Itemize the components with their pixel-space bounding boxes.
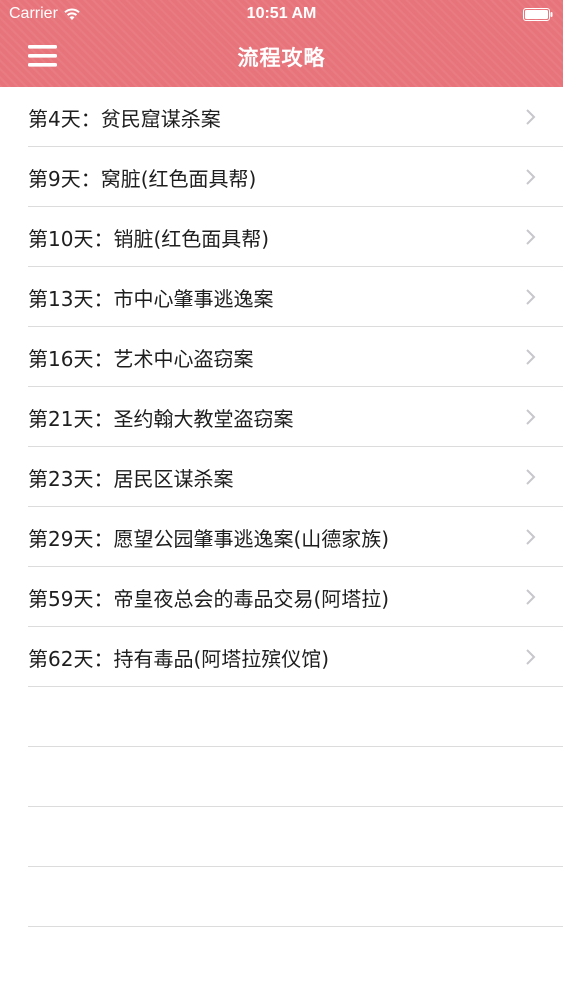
navigation-bar: 流程攻略 [0,30,563,87]
list-item-label: 第62天：持有毒品(阿塔拉殡仪馆) [28,647,330,671]
status-time: 10:51 AM [246,5,317,22]
empty-row [28,807,563,867]
chevron-right-icon [525,408,537,426]
empty-row [28,687,563,747]
list-item-day59[interactable]: 第59天：帝皇夜总会的毒品交易(阿塔拉) [28,567,563,627]
list-item-day10[interactable]: 第10天：销脏(红色面具帮) [28,207,563,267]
list-item-label: 第13天：市中心肇事逃逸案 [28,287,274,311]
list-item-day13[interactable]: 第13天：市中心肇事逃逸案 [28,267,563,327]
app-header: Carrier 10:51 AM 流程攻略 [0,0,563,87]
chevron-right-icon [525,348,537,366]
chevron-right-icon [525,588,537,606]
list-item-label: 第10天：销脏(红色面具帮) [28,227,270,251]
chevron-right-icon [525,288,537,306]
list-item-label: 第9天：窝脏(红色面具帮) [28,167,257,191]
strategy-list: 第4天：贫民窟谋杀案 第9天：窝脏(红色面具帮) 第10天：销脏(红色面具帮) … [0,87,563,927]
page-title: 流程攻略 [237,46,326,70]
chevron-right-icon [525,228,537,246]
list-item-label: 第4天：贫民窟谋杀案 [28,107,221,131]
list-item-day62[interactable]: 第62天：持有毒品(阿塔拉殡仪馆) [28,627,563,687]
chevron-right-icon [525,648,537,666]
list-item-label: 第23天：居民区谋杀案 [28,467,234,491]
list-item-day21[interactable]: 第21天：圣约翰大教堂盗窃案 [28,387,563,447]
chevron-right-icon [525,168,537,186]
empty-row [28,747,563,807]
list-item-label: 第29天：愿望公园肇事逃逸案(山德家族) [28,527,390,551]
chevron-right-icon [525,108,537,126]
list-item-label: 第21天：圣约翰大教堂盗窃案 [28,407,294,431]
list-item-day4[interactable]: 第4天：贫民窟谋杀案 [28,87,563,147]
status-bar: Carrier 10:51 AM [0,0,563,30]
list-item-day29[interactable]: 第29天：愿望公园肇事逃逸案(山德家族) [28,507,563,567]
list-item-day23[interactable]: 第23天：居民区谋杀案 [28,447,563,507]
list-item-day9[interactable]: 第9天：窝脏(红色面具帮) [28,147,563,207]
chevron-right-icon [525,468,537,486]
list-item-label: 第59天：帝皇夜总会的毒品交易(阿塔拉) [28,587,390,611]
list-item-day16[interactable]: 第16天：艺术中心盗窃案 [28,327,563,387]
list-item-label: 第16天：艺术中心盗窃案 [28,347,254,371]
empty-row [28,867,563,927]
battery-icon [523,8,553,21]
chevron-right-icon [525,528,537,546]
